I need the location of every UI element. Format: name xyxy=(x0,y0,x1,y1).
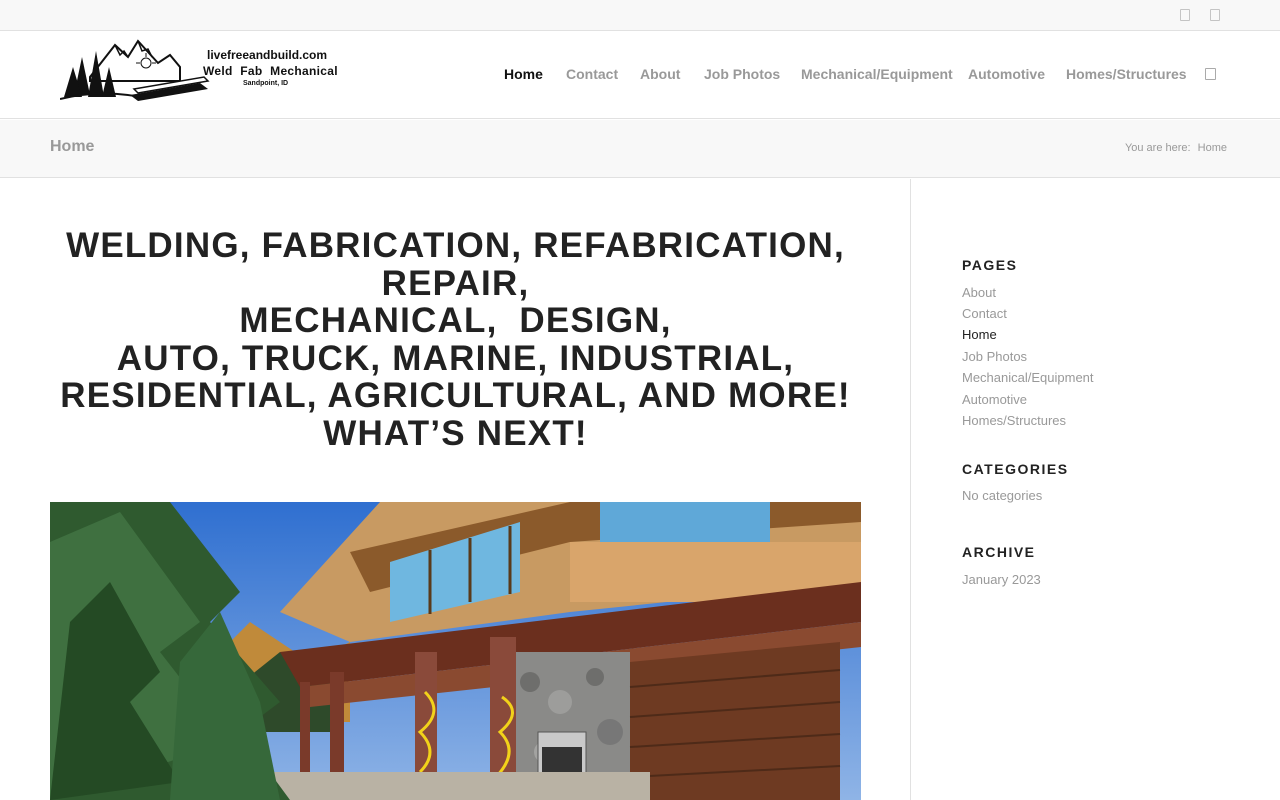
main-content: WELDING, FABRICATION, REFABRICATION, REP… xyxy=(0,179,911,800)
no-categories-text: No categories xyxy=(962,488,1043,503)
main-nav: Home Contact About Job Photos Mechanical… xyxy=(0,31,1280,119)
top-bar xyxy=(0,0,1280,31)
services-headline: WELDING, FABRICATION, REFABRICATION, REP… xyxy=(50,227,861,452)
featured-house-photo xyxy=(50,502,861,800)
pages-widget-title: PAGES xyxy=(962,257,1018,273)
headline-line: WHAT’S NEXT! xyxy=(323,413,588,453)
headline-line: RESIDENTIAL, AGRICULTURAL, AND MORE! xyxy=(60,376,851,415)
house-photo-illustration xyxy=(50,502,861,800)
nav-homes-structures[interactable]: Homes/Structures xyxy=(1066,66,1187,82)
sidebar-link-automotive[interactable]: Automotive xyxy=(962,392,1027,407)
sidebar-link-mechanical-equipment[interactable]: Mechanical/Equipment xyxy=(962,370,1094,385)
sidebar-link-job-photos[interactable]: Job Photos xyxy=(962,349,1027,364)
nav-job-photos[interactable]: Job Photos xyxy=(704,66,780,82)
breadcrumb-home-link[interactable]: Home xyxy=(1198,142,1227,154)
social-icon[interactable] xyxy=(1179,8,1191,20)
sidebar-link-homes-structures[interactable]: Homes/Structures xyxy=(962,413,1066,428)
headline-line: MECHANICAL, DESIGN, xyxy=(239,301,672,340)
categories-widget-title: CATEGORIES xyxy=(962,461,1069,477)
page-title: Home xyxy=(50,138,95,155)
nav-home[interactable]: Home xyxy=(504,66,543,82)
nav-about[interactable]: About xyxy=(640,66,680,82)
sidebar-link-about[interactable]: About xyxy=(962,285,996,300)
headline-line: WELDING, FABRICATION, REFABRICATION, xyxy=(66,226,845,265)
title-bar: Home You are here: Home xyxy=(0,120,1280,178)
sidebar-link-home[interactable]: Home xyxy=(962,327,997,342)
search-icon[interactable] xyxy=(1205,68,1216,80)
archive-link-january-2023[interactable]: January 2023 xyxy=(962,572,1041,587)
breadcrumb: You are here: Home xyxy=(1125,142,1227,154)
nav-automotive[interactable]: Automotive xyxy=(968,66,1045,82)
headline-line: REPAIR, xyxy=(381,263,530,303)
archive-widget-title: ARCHIVE xyxy=(962,544,1036,560)
sidebar-link-contact[interactable]: Contact xyxy=(962,306,1007,321)
site-header: livefreeandbuild.com Weld Fab Mechanical… xyxy=(0,31,1280,119)
headline-line: AUTO, TRUCK, MARINE, INDUSTRIAL, xyxy=(116,338,795,378)
nav-contact[interactable]: Contact xyxy=(566,66,618,82)
nav-mechanical-equipment[interactable]: Mechanical/Equipment xyxy=(801,66,953,82)
social-icon[interactable] xyxy=(1209,8,1221,20)
breadcrumb-prefix: You are here: xyxy=(1124,142,1191,154)
